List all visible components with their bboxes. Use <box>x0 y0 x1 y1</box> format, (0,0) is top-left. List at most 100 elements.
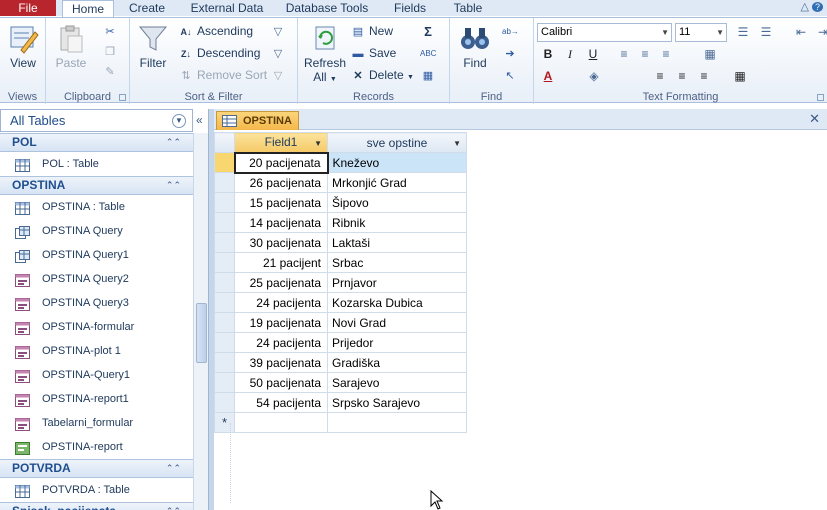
cell-field1[interactable]: 20 pacijenata <box>233 151 329 174</box>
cell-sve-opstine[interactable]: Gradiška <box>327 352 467 373</box>
justify-center-button[interactable]: ≡ <box>672 67 692 85</box>
tab-table[interactable]: Table <box>444 0 492 16</box>
font-size-combo[interactable]: 11 ▼ <box>675 23 727 42</box>
alternate-row-button[interactable]: ▦ <box>730 67 750 85</box>
clipboard-launcher-icon[interactable] <box>119 94 126 101</box>
record-selector[interactable] <box>214 172 235 193</box>
font-color-button[interactable]: A <box>538 67 558 85</box>
cell-field1[interactable]: 24 pacijenta <box>234 292 328 313</box>
cell-sve-opstine[interactable]: Laktaši <box>327 232 467 253</box>
go-to-button[interactable]: ➔ <box>502 44 521 62</box>
filter-button[interactable]: Filter <box>134 24 172 70</box>
cell-field1[interactable]: 15 pacijenata <box>234 192 328 213</box>
tab-fields[interactable]: Fields <box>385 0 435 16</box>
record-selector[interactable] <box>214 272 235 293</box>
tab-home[interactable]: Home <box>62 0 114 17</box>
record-selector[interactable] <box>214 192 235 213</box>
nav-section-pol[interactable]: POL ⌃⌃ <box>0 133 193 152</box>
table-row[interactable]: 24 pacijenta Kozarska Dubica <box>214 292 467 313</box>
cell-field1[interactable]: 39 pacijenata <box>234 352 328 373</box>
save-record-button[interactable]: ▬ Save <box>350 44 397 62</box>
select-button[interactable]: ↖ <box>502 66 521 84</box>
table-row[interactable]: 30 pacijenata Laktaši <box>214 232 467 253</box>
collapse-chevron-icon[interactable]: ⌃⌃ <box>166 460 181 477</box>
copy-button[interactable]: ❐ <box>102 42 121 60</box>
nav-item[interactable]: OPSTINA Query3 <box>0 291 193 315</box>
highlight-button[interactable]: ◈ <box>584 67 604 85</box>
table-row[interactable]: 54 pacijenta Srpsko Sarajevo <box>214 392 467 413</box>
table-row[interactable]: 19 pacijenata Novi Grad <box>214 312 467 333</box>
align-left-button[interactable]: ≡ <box>614 45 634 63</box>
cell-field1[interactable]: 54 pacijenta <box>234 392 328 413</box>
record-selector[interactable] <box>214 152 235 173</box>
cell-sve-opstine[interactable]: Kneževo <box>327 152 467 173</box>
nav-item[interactable]: OPSTINA-report <box>0 435 193 459</box>
find-button[interactable]: Find <box>456 24 494 70</box>
underline-button[interactable]: U <box>583 45 603 63</box>
refresh-all-button[interactable]: Refresh All ▼ <box>304 24 346 84</box>
cell-field1[interactable]: 14 pacijenata <box>234 212 328 233</box>
delete-record-button[interactable]: ✕ Delete ▼ <box>350 66 414 84</box>
chevron-down-icon[interactable]: ▼ <box>453 139 461 148</box>
cut-button[interactable]: ✂ <box>102 22 121 40</box>
sort-descending-button[interactable]: Z↓ Descending <box>178 44 260 62</box>
cell-sve-opstine[interactable]: Novi Grad <box>327 312 467 333</box>
sort-ascending-button[interactable]: A↓ Ascending <box>178 22 254 40</box>
nav-scrollbar[interactable] <box>193 133 208 510</box>
cell-field1[interactable]: 19 pacijenata <box>234 312 328 333</box>
nav-item[interactable]: OPSTINA-report1 <box>0 387 193 411</box>
justify-left-button[interactable]: ≡ <box>650 67 670 85</box>
tab-database-tools[interactable]: Database Tools <box>278 0 376 16</box>
record-selector[interactable] <box>214 292 235 313</box>
cell-field1[interactable]: 50 pacijenata <box>234 372 328 393</box>
chevron-down-icon[interactable]: ▼ <box>314 139 322 148</box>
collapse-chevron-icon[interactable]: ⌃⌃ <box>166 134 181 151</box>
nav-item[interactable]: OPSTINA-plot 1 <box>0 339 193 363</box>
format-painter-button[interactable]: ✎ <box>102 62 121 80</box>
nav-item[interactable]: OPSTINA-formular <box>0 315 193 339</box>
text-formatting-launcher-icon[interactable] <box>817 94 824 101</box>
cell-sve-opstine[interactable]: Kozarska Dubica <box>327 292 467 313</box>
column-header-field1[interactable]: Field1 ▼ <box>234 132 328 153</box>
align-center-button[interactable]: ≡ <box>635 45 655 63</box>
table-row[interactable]: 15 pacijenata Šipovo <box>214 192 467 213</box>
more-records-button[interactable]: ▦ <box>420 66 439 84</box>
collapse-chevron-icon[interactable]: ⌃⌃ <box>166 177 181 194</box>
record-selector[interactable] <box>214 352 235 373</box>
document-tab-opstina[interactable]: OPSTINA <box>216 111 299 130</box>
advanced-filter-button[interactable]: ▽ <box>270 44 289 62</box>
bold-button[interactable]: B <box>538 45 558 63</box>
justify-right-button[interactable]: ≡ <box>694 67 714 85</box>
nav-section-potvrda[interactable]: POTVRDA ⌃⌃ <box>0 459 193 478</box>
totals-button[interactable]: Σ <box>420 22 439 40</box>
table-row[interactable]: 24 pacijenta Prijedor <box>214 332 467 353</box>
record-selector[interactable] <box>214 332 235 353</box>
cell-field1[interactable]: 24 pacijenta <box>234 332 328 353</box>
nav-item[interactable]: OPSTINA Query1 <box>0 243 193 267</box>
gridlines-button[interactable]: ▦ <box>700 45 720 63</box>
table-row[interactable]: 39 pacijenata Gradiška <box>214 352 467 373</box>
table-row[interactable]: 14 pacijenata Ribnik <box>214 212 467 233</box>
nav-item[interactable]: POL : Table <box>0 152 193 176</box>
table-row[interactable]: 25 pacijenata Prnjavor <box>214 272 467 293</box>
numbering-button[interactable]: ☰ <box>756 23 776 41</box>
nav-header[interactable]: All Tables ▼ <box>0 109 193 132</box>
italic-button[interactable]: I <box>560 45 580 63</box>
cell-sve-opstine[interactable]: Prnjavor <box>327 272 467 293</box>
cell-sve-opstine[interactable]: Ribnik <box>327 212 467 233</box>
tab-file[interactable]: File <box>0 0 56 16</box>
record-selector[interactable] <box>214 232 235 253</box>
cell-sve-opstine[interactable]: Mrkonjić Grad <box>327 172 467 193</box>
cell-field1[interactable]: 26 pacijenata <box>234 172 328 193</box>
selection-button[interactable]: ▽ <box>270 22 289 40</box>
table-row[interactable]: 21 pacijent Srbac <box>214 252 467 273</box>
help-icon[interactable]: ? <box>811 2 823 12</box>
record-selector[interactable] <box>214 312 235 333</box>
spelling-button[interactable]: ABC <box>420 44 439 62</box>
record-selector[interactable] <box>214 392 235 413</box>
toggle-filter-button[interactable]: ▽ <box>270 66 289 84</box>
paste-button[interactable]: Paste <box>52 24 90 70</box>
cell-sve-opstine[interactable]: Šipovo <box>327 192 467 213</box>
nav-item[interactable]: OPSTINA Query2 <box>0 267 193 291</box>
tab-create[interactable]: Create <box>118 0 176 16</box>
